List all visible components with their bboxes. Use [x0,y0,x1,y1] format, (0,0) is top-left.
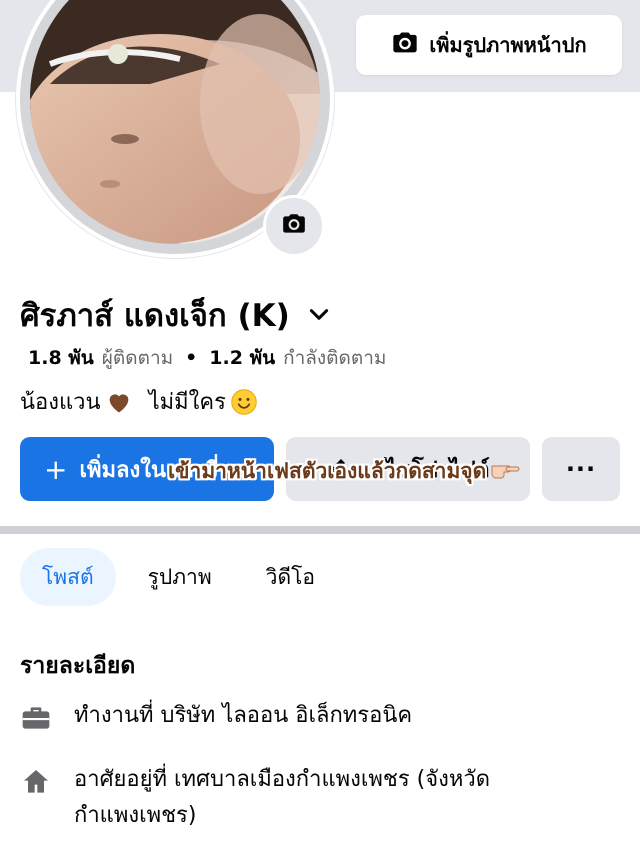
following-count: 1.2 พัน [209,347,276,369]
pointing-hand-icon [490,458,520,485]
work-info-row: ทำงานที่ บริษัท ไลออน อิเล็กทรอนิค [20,698,594,734]
add-cover-photo-label: เพิ่มรูปภาพหน้าปก [429,33,587,57]
overlay-caption-text: เข้ามาหน้าเฟสตัวเองแล้วกดสามจุด [168,459,487,483]
change-avatar-button[interactable] [263,195,325,257]
followers-label[interactable]: ผู้ติดตาม [102,343,173,373]
lives-info-text: อาศัยอยู่ที่ เทศบาลเมืองกำแพงเพชร (จังหว… [74,767,491,828]
brown-heart-icon [105,388,133,416]
more-options-button[interactable]: ··· [542,437,620,501]
chevron-down-icon[interactable] [306,302,332,328]
followers-count: 1.8 พัน [28,347,94,369]
home-icon [20,766,52,798]
profile-name-row: ศิรภาส์ แดงเจ็ก (K) [20,290,332,340]
camera-icon [281,211,307,241]
profile-stats: 1.8 พัน ผู้ติดตาม • 1.2 พัน กำลังติดตาม [28,343,386,373]
stats-separator: • [185,347,198,369]
lives-info-row: อาศัยอยู่ที่ เทศบาลเมืองกำแพงเพชร (จังหว… [20,762,594,834]
bio-text-2: ไม่มีใคร [148,390,226,415]
tab-photos[interactable]: รูปภาพ [126,548,234,606]
work-info-text: ทำงานที่ บริษัท ไลออน อิเล็กทรอนิค [74,703,413,728]
following-label[interactable]: กำลังติดตาม [283,343,386,373]
section-divider [0,526,640,534]
profile-bio: น้องแวน ไม่มีใคร [20,384,258,419]
tab-posts[interactable]: โพสต์ [20,548,116,606]
details-title: รายละเอียด [20,653,136,679]
camera-icon [391,29,419,62]
tab-videos[interactable]: วิดีโอ [244,548,337,606]
profile-name: ศิรภาส์ แดงเจ็ก (K) [20,298,290,334]
add-cover-photo-button[interactable]: เพิ่มรูปภาพหน้าปก [356,15,622,75]
plus-icon: + [44,452,68,486]
overlay-caption: เข้ามาหน้าเฟสตัวเองแล้วกดสามจุด [168,455,520,488]
bio-text-1: น้องแวน [20,390,101,415]
profile-tabs: โพสต์ รูปภาพ วิดีโอ [20,548,337,606]
smiley-icon [230,388,258,416]
briefcase-icon [20,702,52,734]
